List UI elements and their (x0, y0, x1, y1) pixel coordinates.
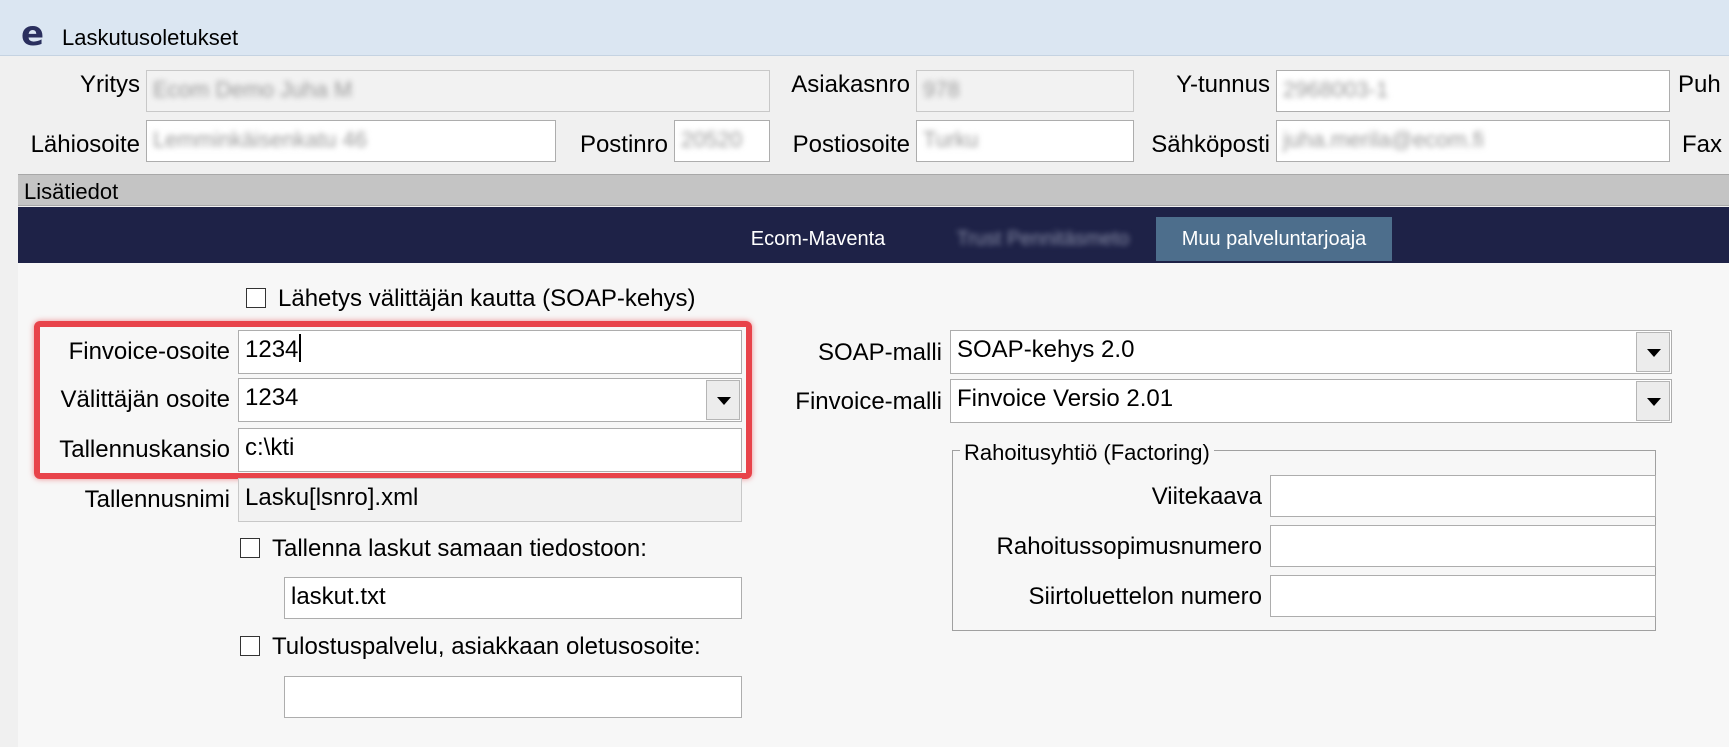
section-title: Lisätiedot (24, 179, 119, 204)
postiosoite-label: Postiosoite (792, 131, 910, 158)
soap-malli-label: SOAP-malli (817, 339, 942, 366)
postiosoite-field[interactable]: Turku (916, 120, 1134, 162)
lisatiedot-section-header: Lisätiedot (18, 174, 1729, 206)
tulostuspalvelu-checkbox[interactable] (240, 636, 260, 656)
rahoitussopimusnumero-label: Rahoitussopimusnumero (996, 533, 1262, 560)
yritys-label: Yritys (80, 71, 140, 98)
samaan-tiedostoon-input[interactable]: laskut.txt (284, 577, 742, 619)
siirtoluettelon-numero-label: Siirtoluettelon numero (1028, 583, 1262, 610)
sahkoposti-label: Sähköposti (1151, 131, 1270, 158)
tulostuspalvelu-label: Tulostuspalvelu, asiakkaan oletusosoite: (272, 633, 701, 660)
samaan-tiedostoon-label: Tallenna laskut samaan tiedostoon: (272, 535, 647, 562)
asiakasnro-label: Asiakasnro (791, 71, 910, 98)
asiakasnro-field[interactable]: 978 (916, 70, 1134, 112)
postinro-label: Postinro (579, 131, 668, 158)
fax-label: Fax (1682, 131, 1723, 158)
finvoice-malli-label: Finvoice-malli (795, 388, 942, 415)
tab-trust[interactable]: Trust Pennitäsmeto (928, 217, 1158, 261)
title-bar: e Laskutusoletukset (0, 0, 1729, 56)
chevron-down-icon[interactable] (1636, 332, 1670, 372)
ytunnus-field[interactable]: 2968003-1 (1276, 70, 1670, 112)
viitekaava-input[interactable] (1270, 475, 1656, 517)
window-title: Laskutusoletukset (62, 25, 239, 50)
tab-muu-palveluntarjoaja[interactable]: Muu palveluntarjoaja (1156, 217, 1392, 261)
sahkoposti-field[interactable]: juha.merila@ecom.fi (1276, 120, 1670, 162)
settings-window: e Laskutusoletukset Yritys Ecom Demo Juh… (0, 0, 1729, 747)
lahiosoite-field[interactable]: Lemminkäisenkatu 46 (146, 120, 556, 162)
tallennusnimi-label: Tallennusnimi (84, 486, 230, 513)
samaan-tiedostoon-checkbox[interactable] (240, 538, 260, 558)
lahiosoite-label: Lähiosoite (30, 131, 140, 158)
soap-checkbox[interactable] (246, 288, 266, 308)
yritys-field[interactable]: Ecom Demo Juha M (146, 70, 770, 112)
highlight-annotation (34, 321, 752, 479)
soap-malli-select[interactable]: SOAP-kehys 2.0 (950, 330, 1672, 374)
ytunnus-label: Y-tunnus (1176, 71, 1270, 98)
rahoitussopimusnumero-input[interactable] (1270, 525, 1656, 567)
finvoice-malli-select[interactable]: Finvoice Versio 2.01 (950, 379, 1672, 423)
viitekaava-label: Viitekaava (1151, 483, 1262, 510)
postinro-field[interactable]: 20520 (674, 120, 770, 162)
tallennusnimi-input[interactable]: Lasku[lsnro].xml (238, 478, 742, 522)
app-logo-icon: e (21, 17, 44, 49)
soap-checkbox-label: Lähetys välittäjän kautta (SOAP-kehys) (278, 285, 696, 312)
factoring-groupbox-title: Rahoitusyhtiö (Factoring) (960, 440, 1214, 466)
tulostuspalvelu-input[interactable] (284, 676, 742, 718)
puh-label: Puh (1678, 71, 1721, 98)
siirtoluettelon-numero-input[interactable] (1270, 575, 1656, 617)
tab-ecom-maventa[interactable]: Ecom-Maventa (708, 217, 928, 261)
chevron-down-icon[interactable] (1636, 381, 1670, 421)
svg-text:e: e (21, 17, 44, 49)
provider-tab-bar: Ecom-Maventa Trust Pennitäsmeto Muu palv… (18, 207, 1729, 263)
